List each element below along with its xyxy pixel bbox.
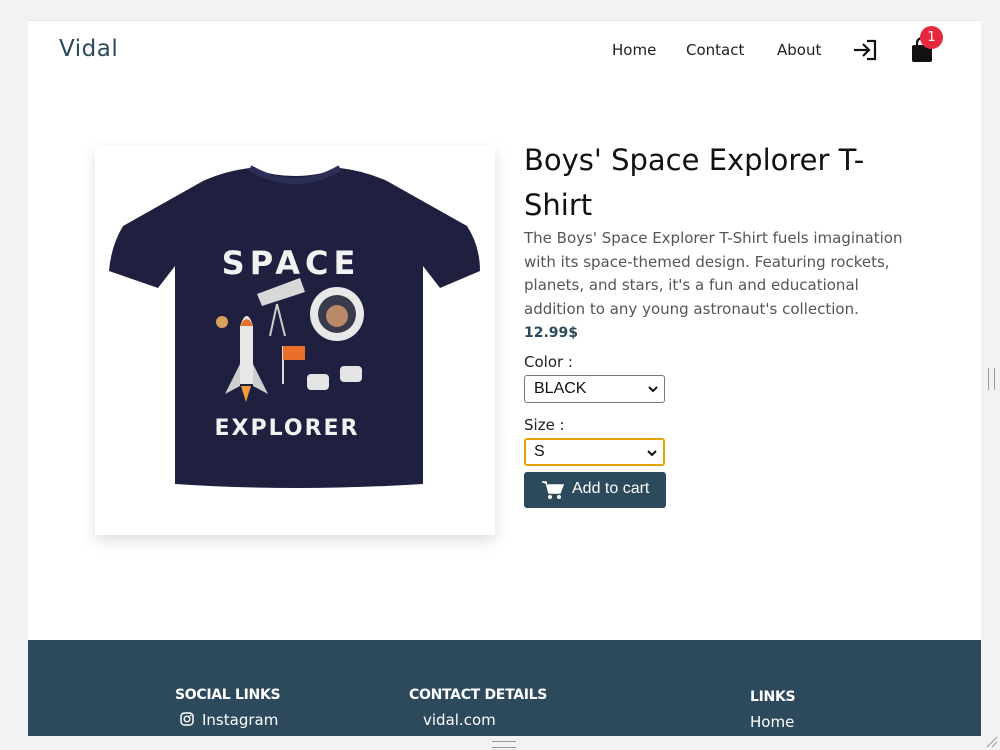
chevron-down-icon [647,450,657,457]
product-price: 12.99$ [524,325,579,341]
footer-website: vidal.com [423,711,496,729]
footer-instagram-link[interactable]: Instagram [202,711,278,729]
product-title: Boys' Space Explorer T-Shirt [524,143,865,222]
footer-social-heading: SOCIAL LINKS [175,687,281,703]
shirt-print-top: SPACE [222,244,361,282]
color-label: Color : [524,353,573,371]
cart-icon [542,481,564,499]
color-select-value: BLACK [534,380,587,397]
footer-contact-heading: CONTACT DETAILS [409,687,548,703]
nav-home-link[interactable]: Home [612,41,656,59]
shirt-print-bottom: EXPLORER [215,416,360,441]
resize-corner-icon[interactable] [984,734,998,748]
cart-count-badge: 1 [920,26,943,49]
size-select-value: S [534,443,545,460]
horizontal-resize-handle[interactable] [492,741,516,748]
add-to-cart-label: Add to cart [572,480,650,497]
brand-logo[interactable]: Vidal [59,36,118,62]
size-select[interactable]: S [524,438,665,466]
size-label: Size : [524,416,565,434]
color-select[interactable]: BLACK [524,375,665,403]
nav-contact-link[interactable]: Contact [686,41,744,59]
footer-links-heading: LINKS [750,689,796,705]
login-arrow-icon[interactable] [852,38,878,62]
vertical-resize-handle[interactable] [988,368,995,390]
product-page: Vidal Home Contact About 1 SPACE EXPLORE… [28,20,981,736]
instagram-icon[interactable] [180,712,194,726]
chevron-down-icon [648,386,658,393]
product-description: The Boys' Space Explorer T-Shirt fuels i… [524,229,903,318]
product-image: SPACE EXPLORER [95,146,495,535]
footer-home-link[interactable]: Home [750,713,794,731]
footer: SOCIAL LINKS Instagram CONTACT DETAILS v… [28,640,981,736]
add-to-cart-button[interactable]: Add to cart [524,472,666,508]
nav-about-link[interactable]: About [777,41,821,59]
